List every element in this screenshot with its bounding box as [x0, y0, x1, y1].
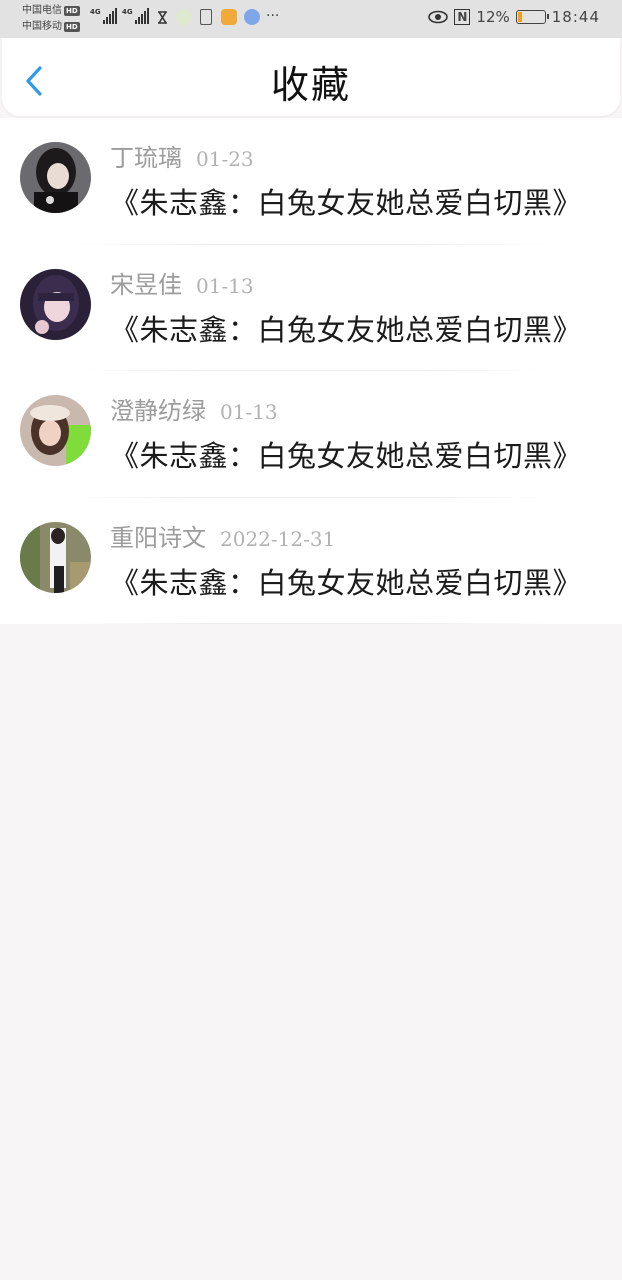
list-item[interactable]: 重阳诗文 2022-12-31 《朱志鑫：白兔女友她总爱白切黑》	[0, 498, 622, 624]
author-name: 宋昱佳	[110, 270, 182, 299]
hourglass-icon	[158, 11, 167, 24]
hd-badge: HD	[64, 22, 80, 32]
divider	[70, 623, 552, 624]
list-item[interactable]: 丁琉璃 01-23 《朱志鑫：白兔女友她总爱白切黑》	[0, 118, 622, 245]
music-icon	[244, 9, 260, 25]
hd-badge: HD	[64, 6, 80, 16]
status-right: N 12% 18:44	[428, 8, 600, 26]
battery-percent: 12%	[476, 8, 510, 26]
signal-icon: 4G	[90, 8, 117, 24]
item-meta: 宋昱佳 01-13	[110, 269, 254, 302]
item-title[interactable]: 《朱志鑫：白兔女友她总爱白切黑》	[110, 563, 582, 603]
clock: 18:44	[551, 8, 600, 26]
avatar[interactable]	[20, 268, 91, 340]
nfc-icon: N	[454, 9, 471, 25]
eye-icon	[428, 10, 449, 24]
item-meta: 重阳诗文 2022-12-31	[110, 522, 335, 555]
avatar[interactable]	[20, 521, 91, 593]
item-date: 01-13	[220, 400, 278, 424]
item-date: 01-23	[196, 147, 254, 171]
battery-icon	[515, 10, 549, 24]
author-name: 丁琉璃	[110, 144, 182, 172]
item-date: 2022-12-31	[220, 526, 336, 551]
item-date: 01-13	[196, 273, 254, 298]
carrier-name-2: 中国移动	[22, 21, 62, 32]
list-item[interactable]: 澄静纺绿 01-13 《朱志鑫：白兔女友她总爱白切黑》	[0, 371, 622, 498]
item-title[interactable]: 《朱志鑫：白兔女友她总爱白切黑》	[110, 310, 582, 350]
favorites-list: 丁琉璃 01-23 《朱志鑫：白兔女友她总爱白切黑》 宋昱佳 01-13 《朱志鑫：…	[0, 118, 622, 624]
list-item[interactable]: 宋昱佳 01-13 《朱志鑫：白兔女友她总爱白切黑》	[0, 245, 622, 371]
status-bar: 中国电信 HD 中国移动 HD 4G 4G ··· N 12% 18:44	[0, 0, 622, 38]
author-name: 重阳诗文	[110, 523, 206, 552]
author-name: 澄静纺绿	[110, 397, 206, 425]
signal-icon: 4G	[122, 8, 149, 24]
item-meta: 澄静纺绿 01-13	[110, 395, 278, 428]
top-bar: 收藏	[2, 38, 620, 116]
item-title[interactable]: 《朱志鑫：白兔女友她总爱白切黑》	[110, 436, 582, 476]
more-notifications-icon: ···	[266, 8, 280, 24]
avatar[interactable]	[20, 142, 91, 213]
carrier-info: 中国电信 HD 中国移动 HD	[22, 3, 80, 35]
item-title[interactable]: 《朱志鑫：白兔女友她总爱白切黑》	[110, 183, 582, 223]
item-meta: 丁琉璃 01-23	[110, 142, 254, 175]
app-badge-icon	[221, 9, 237, 25]
page-title: 收藏	[270, 63, 351, 107]
clipboard-icon	[200, 9, 212, 25]
carrier-name-1: 中国电信	[22, 5, 62, 16]
avatar[interactable]	[20, 395, 91, 466]
wechat-icon	[176, 9, 192, 25]
